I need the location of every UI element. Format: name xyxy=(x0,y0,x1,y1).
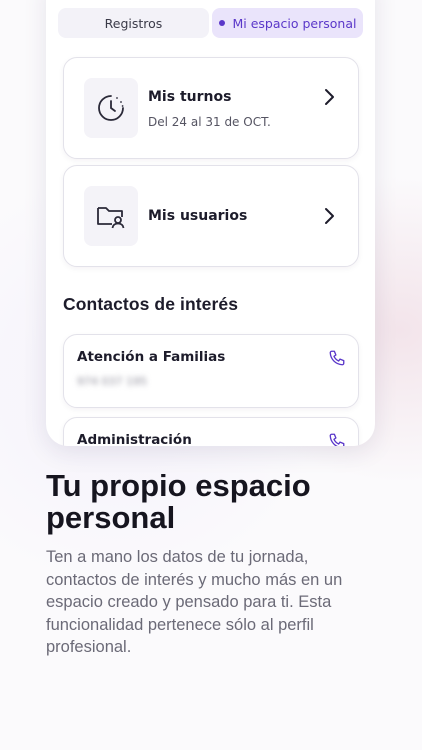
promo-description: Ten a mano los datos de tu jornada, cont… xyxy=(46,548,343,656)
card-mis-usuarios[interactable]: Mis usuarios xyxy=(63,165,359,267)
contact-name: Atención a Familias xyxy=(77,349,226,365)
phone-icon[interactable] xyxy=(328,432,346,446)
card-title: Mis usuarios xyxy=(148,208,248,224)
chevron-right-icon xyxy=(325,208,334,224)
phone-icon[interactable] xyxy=(328,349,346,367)
card-title: Mis turnos xyxy=(148,89,232,105)
tab-registros[interactable]: Registros xyxy=(58,8,209,38)
promo-headline: Tu propio espacio personal xyxy=(46,468,311,535)
card-mis-turnos[interactable]: Mis turnos Del 24 al 31 de OCT. xyxy=(63,57,359,159)
card-subtitle: Del 24 al 31 de OCT. xyxy=(148,115,271,129)
contact-name: Administración xyxy=(77,432,192,446)
segmented-control: Registros Mi espacio personal xyxy=(58,8,363,38)
phone-screen: Registros Mi espacio personal Mis turnos… xyxy=(46,0,375,446)
section-title-contactos: Contactos de interés xyxy=(63,294,239,314)
contact-card-administracion[interactable]: Administración xyxy=(63,417,359,446)
clock-icon xyxy=(84,78,138,138)
tab-label: Registros xyxy=(104,15,163,31)
contact-phone-number: 974 037 195 xyxy=(77,375,147,388)
tab-label: Mi espacio personal xyxy=(232,15,357,31)
tab-mi-espacio-personal[interactable]: Mi espacio personal xyxy=(212,8,363,38)
active-dot-icon xyxy=(218,20,225,26)
contact-card-atencion-familias[interactable]: Atención a Familias 974 037 195 xyxy=(63,334,359,408)
chevron-right-icon xyxy=(325,89,334,105)
folder-user-icon xyxy=(84,186,138,246)
